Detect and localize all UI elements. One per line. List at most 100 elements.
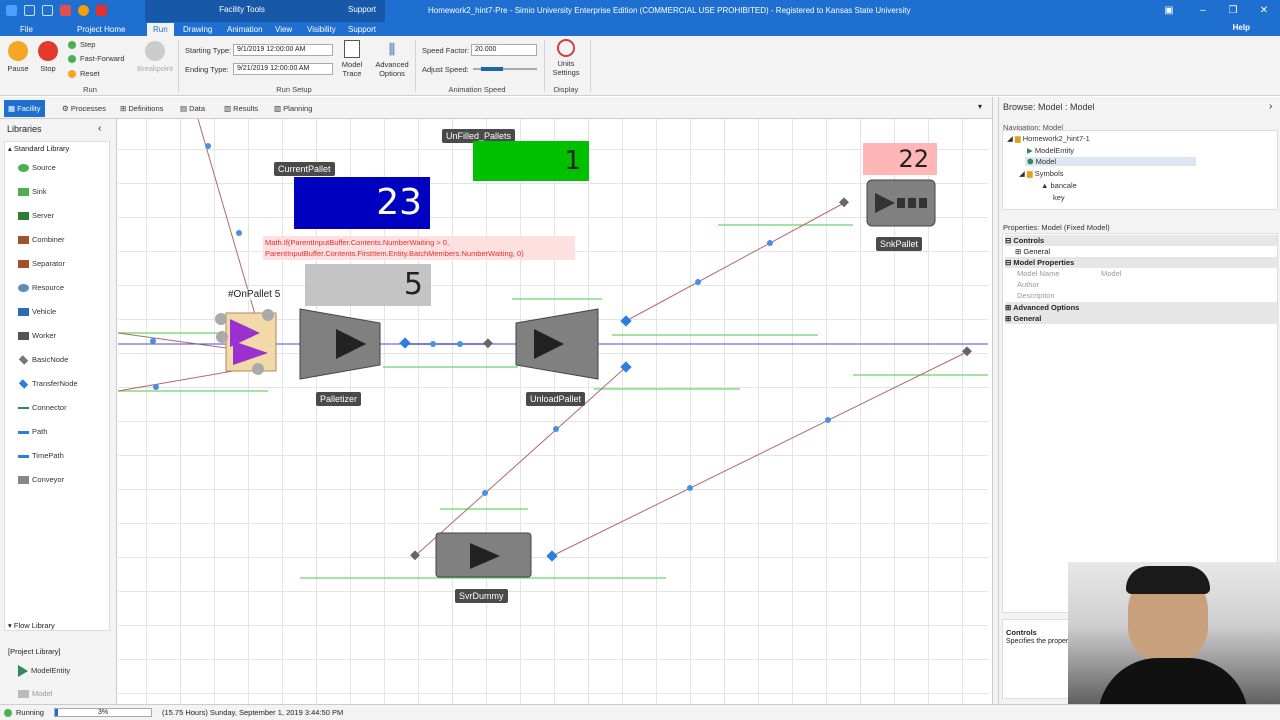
starting-type-field[interactable]: 9/1/2019 12:00:00 AM — [233, 44, 333, 56]
adjust-speed-slider[interactable] — [473, 67, 537, 71]
tree-key[interactable]: key — [1053, 193, 1065, 202]
facility-canvas[interactable]: UnFilled_Pallets 1 CurrentPallet 23 Math… — [118, 119, 988, 704]
pause-button[interactable]: Pause — [6, 41, 30, 73]
undo-icon[interactable] — [24, 5, 35, 16]
prop-description[interactable]: Description — [1005, 290, 1277, 301]
starting-type-label: Starting Type: — [185, 46, 232, 55]
lib-item-connector[interactable]: Connector — [18, 403, 67, 412]
lib-item-basicnode[interactable]: BasicNode — [18, 355, 68, 365]
tree-project[interactable]: ◢ ▆ Homework2_hint7-1 — [1007, 134, 1090, 143]
tab-animation[interactable]: Animation — [221, 23, 269, 36]
tree-symbols[interactable]: ◢ ▆ Symbols — [1019, 169, 1064, 178]
tab-definitions[interactable]: ⊞ Definitions — [116, 102, 167, 116]
resource-icon — [18, 284, 29, 293]
running-status: Running — [4, 708, 44, 718]
run-group-label: Run — [83, 85, 97, 94]
breakpoint-button[interactable]: Breakpoint — [136, 41, 174, 73]
tab-data[interactable]: ▤ Data — [176, 102, 209, 116]
tab-visibility[interactable]: Visibility — [301, 23, 342, 36]
save-icon[interactable] — [60, 5, 71, 16]
model-trace-button[interactable]: Model Trace — [340, 40, 364, 78]
flow-library-header[interactable]: ▾ Flow Library — [8, 621, 55, 630]
tab-planning[interactable]: ▧ Planning — [270, 102, 316, 116]
lib-item-vehicle[interactable]: Vehicle — [18, 307, 56, 317]
lib-item-worker[interactable]: Worker — [18, 331, 56, 341]
timepath-icon — [18, 454, 29, 458]
svr-dummy-label[interactable]: SvrDummy — [455, 589, 508, 603]
prop-category-model-properties[interactable]: ⊟ Model Properties — [1005, 257, 1277, 268]
progress-text: 3% — [97, 709, 109, 716]
lib-item-timepath[interactable]: TimePath — [18, 451, 64, 460]
standard-library-header[interactable]: ▴ Standard Library — [8, 144, 69, 153]
prop-category-general[interactable]: ⊞ General — [1005, 313, 1277, 324]
animation-speed-label: Animation Speed — [448, 85, 506, 94]
units-settings-button[interactable]: Units Settings — [548, 39, 584, 77]
lib-item-model[interactable]: Model — [18, 689, 52, 699]
pause-quick-icon[interactable] — [78, 5, 89, 16]
sliders-icon: ⫼ — [388, 41, 396, 57]
tab-processes[interactable]: ⚙ Processes — [58, 102, 110, 116]
prop-model-name[interactable]: Model Name Model — [1005, 268, 1277, 279]
prop-author[interactable]: Author — [1005, 279, 1277, 290]
chevron-right-icon[interactable]: › — [1269, 101, 1272, 112]
chevron-down-icon[interactable]: ▾ — [978, 102, 982, 111]
reset-button[interactable]: Reset — [68, 69, 100, 79]
minimize-button[interactable]: – — [1196, 4, 1210, 18]
ribbon-tab-bar: File Project Home Run Drawing Animation … — [0, 22, 1280, 36]
reset-icon — [68, 70, 76, 79]
lib-item-model-entity[interactable]: ModelEntity — [18, 665, 70, 677]
collapse-panel-icon[interactable]: ‹ — [98, 123, 101, 134]
palletizer-label[interactable]: Palletizer — [316, 392, 362, 406]
unload-pallet-label[interactable]: UnloadPallet — [526, 392, 586, 406]
libraries-title: Libraries — [7, 124, 42, 134]
advanced-options-button[interactable]: ⫼ Advanced Options — [374, 40, 410, 78]
stop-button[interactable]: Stop — [36, 41, 60, 73]
tab-project-home[interactable]: Project Home — [71, 23, 131, 36]
help-link[interactable]: Help — [1233, 23, 1250, 32]
worker-icon — [18, 332, 29, 341]
speed-factor-field[interactable]: 20.000 — [471, 44, 537, 56]
model-trace-icon — [344, 40, 360, 58]
lib-item-transfernode[interactable]: TransferNode — [18, 379, 78, 389]
lib-item-conveyor[interactable]: Conveyor — [18, 475, 64, 485]
lib-item-combiner[interactable]: Combiner — [18, 235, 65, 245]
tab-file[interactable]: File — [14, 23, 39, 36]
ending-type-field[interactable]: 9/21/2019 12:00:00 AM — [233, 63, 333, 75]
server-icon — [18, 212, 29, 221]
navigation-tree: ◢ ▆ Homework2_hint7-1 ▶ ModelEntity ⬢ Mo… — [1002, 130, 1278, 210]
conveyor-icon — [18, 476, 29, 485]
restore-button[interactable]: ❐ — [1226, 4, 1240, 18]
redo-icon[interactable] — [42, 5, 53, 16]
lib-item-source[interactable]: Source — [18, 163, 56, 173]
prop-general-sub[interactable]: ⊞ General — [1005, 246, 1277, 257]
tab-support[interactable]: Support — [342, 23, 382, 36]
lib-item-server[interactable]: Server — [18, 211, 54, 221]
tab-view[interactable]: View — [269, 23, 298, 36]
ending-type-label: Ending Type: — [185, 65, 229, 74]
stop-quick-icon[interactable] — [96, 5, 107, 16]
tab-facility[interactable]: ▦ Facility — [4, 100, 45, 117]
clock-icon — [557, 39, 575, 57]
tab-drawing[interactable]: Drawing — [177, 23, 218, 36]
tab-run[interactable]: Run — [147, 23, 174, 36]
pallet-entities — [215, 309, 277, 375]
presenter-hair — [1126, 566, 1210, 594]
tree-bancale[interactable]: ▲ bancale — [1041, 181, 1077, 190]
prop-category-controls[interactable]: ⊟ Controls — [1005, 235, 1277, 246]
lib-item-resource[interactable]: Resource — [18, 283, 64, 293]
snk-pallet-label[interactable]: SnkPallet — [876, 237, 923, 251]
tree-model[interactable]: ⬢ Model — [1025, 157, 1197, 166]
step-button[interactable]: Step — [68, 40, 95, 50]
close-button[interactable]: ✕ — [1257, 4, 1271, 18]
tab-results[interactable]: ▥ Results — [220, 102, 262, 116]
tree-model-entity[interactable]: ▶ ModelEntity — [1027, 146, 1074, 155]
lib-item-sink[interactable]: Sink — [18, 187, 47, 197]
support-context: Support — [339, 0, 385, 22]
ribbon-display-icon[interactable]: ▣ — [1162, 4, 1176, 18]
lib-item-separator[interactable]: Separator — [18, 259, 65, 269]
prop-category-advanced-options[interactable]: ⊞ Advanced Options — [1005, 302, 1277, 313]
lib-item-path[interactable]: Path — [18, 427, 47, 436]
fast-forward-button[interactable]: Fast-Forward — [68, 54, 125, 64]
app-icon — [6, 5, 17, 16]
combiner-icon — [18, 236, 29, 245]
